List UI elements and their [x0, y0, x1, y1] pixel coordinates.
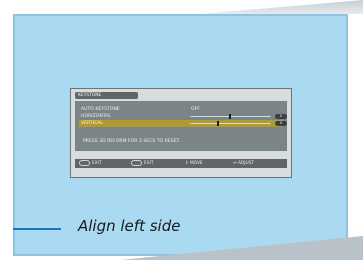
horizontal-slider[interactable]: − +	[189, 114, 271, 119]
osd-panel: AUTO KEYSTONE OFF HORIZONTAL − + 0 VERTI…	[75, 101, 287, 151]
vertical-label: VERTICAL	[81, 121, 103, 126]
horizontal-label: HORIZONTAL	[81, 114, 111, 119]
exit-key-icon	[131, 159, 142, 166]
slider-minus: −	[189, 114, 193, 119]
footer-move: ↕ MOVE	[185, 161, 203, 166]
footer-exit-2: EXIT	[131, 159, 154, 168]
vertical-slider[interactable]: − +	[189, 121, 271, 126]
osd-footer: EXIT EXIT ↕ MOVE ↔ ADJUST	[75, 159, 287, 168]
page-shadow-top	[200, 0, 363, 14]
slider-plus: +	[267, 121, 271, 126]
osd-title: KEYSTONE	[75, 92, 138, 99]
slider-plus: +	[267, 114, 271, 119]
callout-line	[13, 228, 61, 230]
auto-keystone-row[interactable]: AUTO KEYSTONE OFF	[79, 106, 283, 113]
horizontal-slider-knob[interactable]	[229, 114, 231, 119]
vertical-row[interactable]: VERTICAL − + 0	[79, 120, 287, 127]
vertical-slider-knob[interactable]	[217, 121, 220, 126]
footer-adjust: ↔ ADJUST	[233, 161, 254, 166]
menu-key-icon	[79, 159, 90, 166]
vertical-value-badge: 0	[275, 121, 287, 126]
callout-text: Align left side	[78, 217, 181, 235]
reset-help-text: PRESS 3D REFORM FOR 2 SECS TO RESET.	[83, 139, 181, 144]
footer-exit-1: EXIT	[79, 159, 102, 168]
auto-keystone-label: AUTO KEYSTONE	[81, 107, 120, 112]
horizontal-value-badge: 0	[275, 114, 287, 119]
keystone-osd-menu: KEYSTONE AUTO KEYSTONE OFF HORIZONTAL − …	[70, 88, 292, 178]
slider-minus: −	[189, 121, 193, 126]
auto-keystone-value: OFF	[191, 107, 200, 112]
horizontal-row[interactable]: HORIZONTAL − + 0	[79, 113, 287, 120]
